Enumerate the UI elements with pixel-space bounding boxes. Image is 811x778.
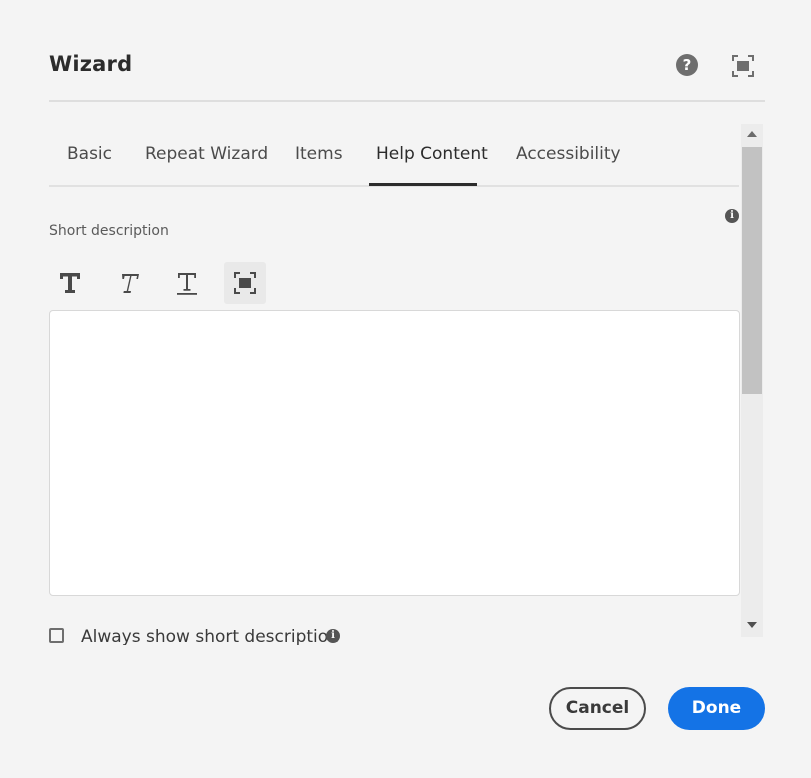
- tab-basic[interactable]: Basic: [67, 144, 112, 164]
- short-description-label: Short description: [49, 223, 169, 239]
- scrollbar[interactable]: [741, 124, 763, 637]
- always-show-row: Always show short description i: [40, 620, 740, 645]
- tab-repeat-wizard[interactable]: Repeat Wizard: [145, 144, 268, 164]
- info-icon[interactable]: i: [326, 629, 340, 643]
- tab-bar: Basic Repeat Wizard Items Help Content A…: [49, 130, 739, 187]
- rte-fullscreen-button[interactable]: [224, 262, 266, 304]
- dialog-title: Wizard: [49, 52, 133, 76]
- cancel-button[interactable]: Cancel: [549, 687, 646, 730]
- scrollbar-thumb[interactable]: [742, 147, 762, 394]
- always-show-label[interactable]: Always show short description: [81, 627, 339, 645]
- dialog-header: Wizard ?: [49, 50, 765, 102]
- tab-help-content[interactable]: Help Content: [376, 144, 488, 164]
- short-description-editor[interactable]: [49, 310, 740, 596]
- italic-button[interactable]: [108, 262, 150, 304]
- active-tab-indicator: [369, 183, 477, 186]
- scroll-up-arrow-icon[interactable]: [747, 131, 757, 137]
- underline-button[interactable]: [166, 262, 208, 304]
- info-icon[interactable]: i: [725, 209, 739, 223]
- underline-icon: [177, 273, 197, 295]
- fullscreen-icon[interactable]: [731, 54, 755, 78]
- tab-items[interactable]: Items: [295, 144, 343, 164]
- done-button[interactable]: Done: [668, 687, 765, 730]
- fullscreen-icon: [234, 272, 256, 294]
- rich-text-toolbar: [49, 262, 289, 304]
- bold-icon: [60, 273, 80, 293]
- tab-accessibility[interactable]: Accessibility: [516, 144, 621, 164]
- italic-icon: [122, 274, 139, 293]
- bold-button[interactable]: [49, 262, 91, 304]
- help-icon[interactable]: ?: [676, 54, 698, 76]
- scroll-down-arrow-icon[interactable]: [747, 622, 757, 628]
- always-show-checkbox[interactable]: [49, 628, 64, 643]
